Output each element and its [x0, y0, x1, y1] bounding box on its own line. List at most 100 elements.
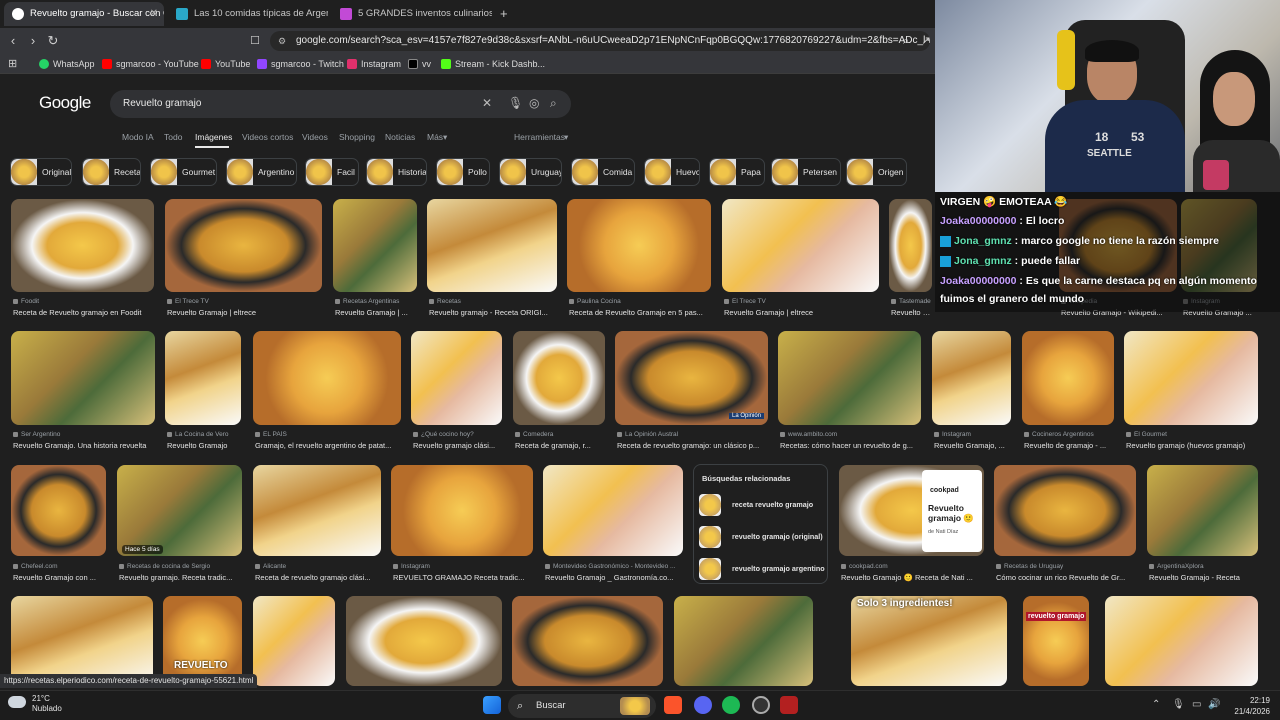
image-result[interactable]: [163, 596, 242, 686]
volume-icon[interactable]: 🔊: [1208, 699, 1220, 710]
chip-argentino[interactable]: Argentino: [226, 158, 297, 186]
result-source[interactable]: ¿Qué cocino hoy?: [413, 431, 504, 438]
image-result[interactable]: [333, 199, 417, 292]
result-source[interactable]: La Opinión Austral: [617, 431, 770, 438]
image-result[interactable]: [778, 331, 921, 425]
result-title[interactable]: Receta de revuelto gramajo clási...: [255, 573, 383, 582]
image-result[interactable]: [11, 199, 154, 292]
monitor-icon[interactable]: ▭: [1192, 699, 1201, 710]
result-title[interactable]: Revuelto Gramajo | ...: [335, 308, 419, 317]
result-source[interactable]: Instagram: [393, 563, 535, 570]
tab-noticias[interactable]: Noticias: [385, 132, 415, 142]
tab-shopping[interactable]: Shopping: [339, 132, 375, 142]
image-result[interactable]: [427, 199, 557, 292]
result-title[interactable]: Revuelto gramajo. Receta tradic...: [119, 573, 244, 582]
related-item[interactable]: revuelto gramajo argentino: [699, 556, 825, 582]
image-result[interactable]: [253, 596, 335, 686]
image-result[interactable]: [851, 596, 1007, 686]
result-source[interactable]: ArgentinaXplora: [1149, 563, 1260, 570]
bookmark-icon[interactable]: ☐: [246, 32, 264, 50]
tab-videos[interactable]: Videos: [302, 132, 328, 142]
lens-icon[interactable]: ◎: [529, 96, 539, 110]
result-source[interactable]: Cocineros Argentinos: [1024, 431, 1116, 438]
image-result[interactable]: [11, 465, 106, 556]
result-source[interactable]: Recetas de Uruguay: [996, 563, 1138, 570]
clock[interactable]: 22:19 21/4/2026: [1225, 695, 1270, 717]
result-source[interactable]: Alicante: [255, 563, 383, 570]
result-title[interactable]: Revuelto Gramajo, ...: [934, 441, 1013, 450]
result-title[interactable]: Revuelto Gramajo - Receta: [1149, 573, 1260, 582]
result-title[interactable]: Revuelto Gramajo | Tastemade: [891, 308, 934, 317]
result-title[interactable]: Receta de revuelto gramajo: un clásico p…: [617, 441, 770, 450]
search-box[interactable]: Revuelto gramajo ✕ 🎙 ◎ ⌕: [110, 90, 571, 118]
bookmark-twitch[interactable]: sgmarcoo - Twitch: [257, 57, 344, 71]
apps-icon[interactable]: ⊞: [8, 57, 17, 70]
tab-comidas[interactable]: Las 10 comidas típicas de Argentina: [168, 2, 328, 26]
result-source[interactable]: Ser Argentino: [13, 431, 157, 438]
result-source[interactable]: Recetas de cocina de Sergio: [119, 563, 244, 570]
image-result[interactable]: [674, 596, 813, 686]
result-title[interactable]: Revuelto Gramajo | eltrece: [724, 308, 881, 317]
bookmark-x[interactable]: vv: [408, 57, 431, 71]
chip-comida[interactable]: Comida: [571, 158, 635, 186]
result-title[interactable]: Revuelto Gramajo con ...: [13, 573, 108, 582]
chip-uruguay[interactable]: Uruguay: [499, 158, 562, 186]
image-result[interactable]: [722, 199, 879, 292]
clear-icon[interactable]: ✕: [482, 96, 492, 110]
image-result[interactable]: [1023, 596, 1089, 686]
image-result[interactable]: [253, 465, 381, 556]
result-title[interactable]: Revuelto Gramajo. Una historia revuelta: [13, 441, 157, 450]
chip-origen[interactable]: Origen: [846, 158, 907, 186]
result-title[interactable]: Revuelto Gramajo | eltrece: [167, 308, 324, 317]
tab-inventos[interactable]: 5 GRANDES inventos culinarios argentinos: [332, 2, 492, 26]
chip-gourmet[interactable]: Gourmet: [150, 158, 217, 186]
result-title[interactable]: Cómo cocinar un rico Revuelto de Gr...: [996, 573, 1138, 582]
result-source[interactable]: www.ambito.com: [780, 431, 923, 438]
result-source[interactable]: Recetas: [429, 298, 559, 305]
image-result[interactable]: [1147, 465, 1258, 556]
tab-imagenes[interactable]: Imágenes: [195, 132, 232, 142]
close-icon[interactable]: ✕: [150, 2, 158, 26]
chip-huevo[interactable]: Huevo: [644, 158, 700, 186]
zoom-icon[interactable]: ⌕: [897, 32, 915, 50]
image-result[interactable]: [994, 465, 1136, 556]
result-source[interactable]: cookpad.com: [841, 563, 986, 570]
result-title[interactable]: Revuelto gramajo (huevos gramajo): [1126, 441, 1260, 450]
result-title[interactable]: Recetas: cómo hacer un revuelto de g...: [780, 441, 923, 450]
image-result[interactable]: [1124, 331, 1258, 425]
image-result[interactable]: [253, 331, 401, 425]
image-result[interactable]: [391, 465, 533, 556]
image-result[interactable]: [567, 199, 711, 292]
bookmark-youtube[interactable]: YouTube: [201, 57, 250, 71]
tab-mas[interactable]: Más: [427, 132, 443, 142]
taskbar-search[interactable]: ⌕ Buscar: [508, 694, 656, 718]
result-source[interactable]: EL PAÍS: [255, 431, 403, 438]
image-result[interactable]: [889, 199, 932, 292]
bookmark-youtube-channel[interactable]: sgmarcoo - YouTube: [102, 57, 199, 71]
google-logo[interactable]: Google: [39, 93, 91, 113]
image-result[interactable]: [165, 199, 322, 292]
result-source[interactable]: Foodit: [13, 298, 156, 305]
result-title[interactable]: Revuelto gramajo clási...: [413, 441, 504, 450]
voicemeeter-icon[interactable]: [780, 696, 798, 714]
result-title[interactable]: Revuelto Gramajo 🙂 Receta de Nati ...: [841, 573, 986, 582]
search-input[interactable]: Revuelto gramajo: [123, 98, 201, 109]
forward-icon[interactable]: ›: [24, 32, 42, 50]
result-source[interactable]: Recetas Argentinas: [335, 298, 419, 305]
result-source[interactable]: Chefeel.com: [13, 563, 108, 570]
chip-receta[interactable]: Receta: [82, 158, 141, 186]
result-title[interactable]: Revuelto Gramajo _ Gastronomía.co...: [545, 573, 685, 582]
spotify-icon[interactable]: [722, 696, 740, 714]
image-result[interactable]: [615, 331, 768, 425]
image-result[interactable]: [165, 331, 241, 425]
tab-modo-ia[interactable]: Modo IA: [122, 132, 154, 142]
chip-petersen[interactable]: Petersen: [771, 158, 841, 186]
related-item[interactable]: revuelto gramajo (original): [699, 524, 824, 550]
result-source[interactable]: El Trece TV: [724, 298, 881, 305]
result-title[interactable]: Revuelto Gramajo: [167, 441, 243, 450]
new-tab-button[interactable]: +: [500, 6, 508, 21]
tab-revuelto[interactable]: Revuelto gramajo - Buscar con Google ✕: [4, 2, 164, 26]
tab-todo[interactable]: Todo: [164, 132, 182, 142]
image-result[interactable]: [543, 465, 683, 556]
tab-videos-cortos[interactable]: Videos cortos: [242, 132, 293, 142]
